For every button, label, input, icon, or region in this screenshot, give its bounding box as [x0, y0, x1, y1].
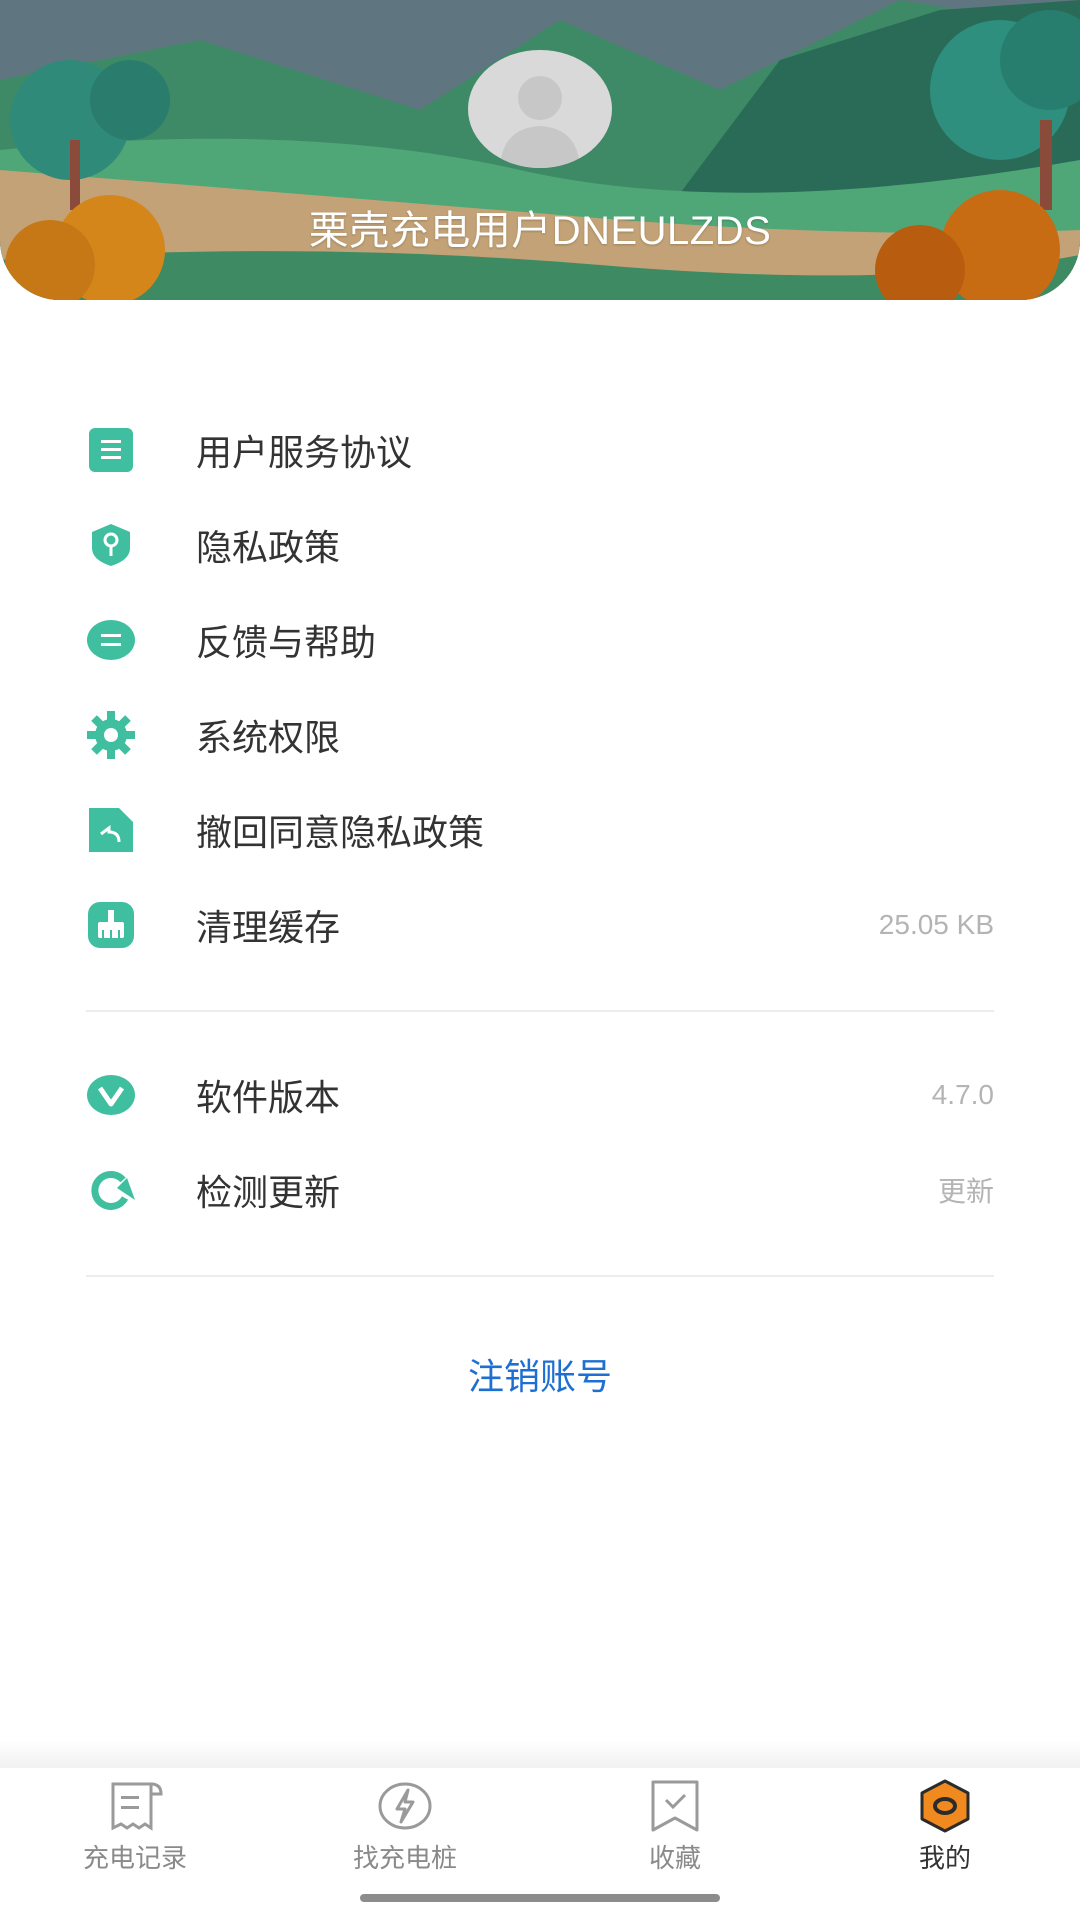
- menu-item-clear-cache[interactable]: 清理缓存 25.05 KB: [86, 885, 994, 965]
- hexagon-profile-icon: [917, 1778, 973, 1834]
- shield-key-icon: [86, 520, 136, 570]
- menu-label: 隐私政策: [196, 528, 341, 569]
- tab-favorites[interactable]: 收藏: [565, 1768, 785, 1908]
- tab-mine[interactable]: 我的: [835, 1768, 1055, 1908]
- default-avatar-icon: [500, 76, 580, 168]
- avatar[interactable]: [468, 50, 612, 168]
- revoke-file-icon: [86, 805, 136, 855]
- menu-item-user-agreement[interactable]: 用户服务协议: [86, 410, 994, 490]
- menu-label: 系统权限: [196, 718, 341, 759]
- divider: [86, 1275, 994, 1277]
- home-indicator: [360, 1894, 720, 1902]
- logout-button[interactable]: 注销账号: [0, 1348, 1080, 1400]
- username: 栗壳充电用户DNEULZDS: [308, 209, 772, 253]
- menu-label: 清理缓存: [196, 908, 341, 949]
- document-icon: [86, 425, 136, 475]
- tab-label: 我的: [918, 1844, 971, 1874]
- menu-label: 检测更新: [196, 1173, 341, 1214]
- receipt-icon: [107, 1778, 163, 1834]
- menu-label: 用户服务协议: [196, 433, 413, 474]
- menu-item-check-update[interactable]: 检测更新 更新: [86, 1150, 994, 1230]
- tab-charging-records[interactable]: 充电记录: [25, 1768, 245, 1908]
- profile-page: 栗壳充电用户DNEULZDS 用户服务协议 隐私政策 反馈与帮助 系统权限 撤回…: [0, 0, 1080, 1920]
- menu-item-software-version[interactable]: 软件版本 4.7.0: [86, 1055, 994, 1135]
- divider: [86, 1010, 994, 1012]
- tab-find-charger[interactable]: 找充电桩: [295, 1768, 515, 1908]
- tabbar-shadow: [0, 1740, 1080, 1770]
- cache-size-value: 25.05 KB: [878, 909, 994, 940]
- gear-icon: [86, 710, 136, 760]
- menu-label: 反馈与帮助: [196, 623, 377, 664]
- tab-label: 找充电桩: [352, 1844, 457, 1874]
- profile-header: 栗壳充电用户DNEULZDS: [0, 0, 1080, 300]
- tab-label: 充电记录: [82, 1844, 187, 1874]
- tab-label: 收藏: [648, 1844, 701, 1874]
- chat-bubble-icon: [86, 615, 136, 665]
- menu-item-privacy-policy[interactable]: 隐私政策: [86, 505, 994, 585]
- menu-label: 软件版本: [196, 1078, 341, 1119]
- menu-item-revoke-privacy[interactable]: 撤回同意隐私政策: [86, 790, 994, 870]
- lightning-icon: [377, 1778, 433, 1834]
- menu-label: 撤回同意隐私政策: [196, 813, 485, 854]
- menu-item-system-permissions[interactable]: 系统权限: [86, 695, 994, 775]
- update-value[interactable]: 更新: [938, 1170, 994, 1210]
- broom-icon: [86, 900, 136, 950]
- bookmark-icon: [647, 1778, 703, 1834]
- menu-item-feedback-help[interactable]: 反馈与帮助: [86, 600, 994, 680]
- refresh-icon: [86, 1165, 136, 1215]
- version-value: 4.7.0: [931, 1079, 994, 1110]
- version-v-icon: [86, 1070, 136, 1120]
